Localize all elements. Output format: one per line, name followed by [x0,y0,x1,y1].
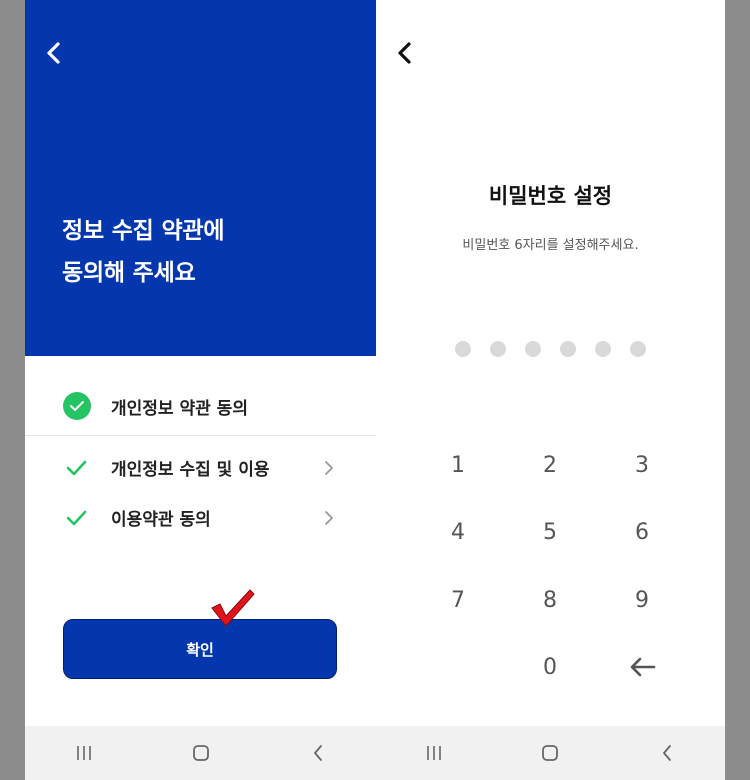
pin-dot [525,341,541,357]
divider [25,435,376,436]
android-nav-bar [376,726,725,780]
android-nav-bar [25,726,376,780]
check-icon [66,510,87,525]
keypad-key-1[interactable]: 1 [428,443,488,487]
pin-dot [455,341,471,357]
nav-back-icon[interactable] [298,738,338,768]
keypad-key-6[interactable]: 6 [612,510,672,554]
check-circle-icon [63,392,91,420]
title-line-2: 동의해 주세요 [62,260,196,286]
home-icon[interactable] [530,738,570,768]
agree-all-checkbox[interactable]: 개인정보 약관 동의 [63,392,248,420]
keypad-key-0[interactable]: 0 [520,645,580,689]
pin-dot [560,341,576,357]
chevron-right-icon[interactable] [323,459,335,477]
keypad-key-2[interactable]: 2 [520,443,580,487]
agree-item-terms[interactable]: 이용약관 동의 [65,505,335,530]
keypad-key-5[interactable]: 5 [520,510,580,554]
chevron-left-icon[interactable] [43,40,65,66]
red-checkmark-annotation-icon [211,589,255,627]
pin-dot [595,341,611,357]
agree-all-label: 개인정보 약관 동의 [111,398,248,419]
chevron-left-icon[interactable] [394,40,416,66]
keypad-key-3[interactable]: 3 [612,443,672,487]
title-line-1: 정보 수집 약관에 [62,218,225,244]
agree-item-label: 이용약관 동의 [111,510,211,530]
consent-screen: 정보 수집 약관에 동의해 주세요 개인정보 약관 동의 개인정보 수집 및 이… [25,0,376,780]
password-subtitle: 비밀번호 6자리를 설정해주세요. [462,238,639,253]
agree-item-label: 개인정보 수집 및 이용 [111,460,270,480]
recents-icon[interactable] [64,738,104,768]
check-icon [66,460,87,475]
consent-title: 정보 수집 약관에 동의해 주세요 [62,210,225,294]
pin-indicator [455,341,646,357]
confirm-button[interactable]: 확인 [63,619,337,679]
password-title: 비밀번호 설정 [488,184,613,208]
keypad-key-9[interactable]: 9 [612,578,672,622]
nav-back-icon[interactable] [647,738,687,768]
password-screen: 비밀번호 설정 비밀번호 6자리를 설정해주세요. 1 2 3 4 5 6 7 … [376,0,725,780]
home-icon[interactable] [181,738,221,768]
backspace-button[interactable] [612,645,672,689]
pin-dot [490,341,506,357]
pin-dot [630,341,646,357]
recents-icon[interactable] [414,738,454,768]
screenshot-frame: 정보 수집 약관에 동의해 주세요 개인정보 약관 동의 개인정보 수집 및 이… [0,0,750,780]
arrow-left-icon [630,657,656,677]
keypad-key-8[interactable]: 8 [520,578,580,622]
keypad-key-7[interactable]: 7 [428,578,488,622]
keypad-key-4[interactable]: 4 [428,510,488,554]
agree-item-privacy[interactable]: 개인정보 수집 및 이용 [65,455,335,480]
consent-header: 정보 수집 약관에 동의해 주세요 [25,0,376,356]
chevron-right-icon[interactable] [323,509,335,527]
